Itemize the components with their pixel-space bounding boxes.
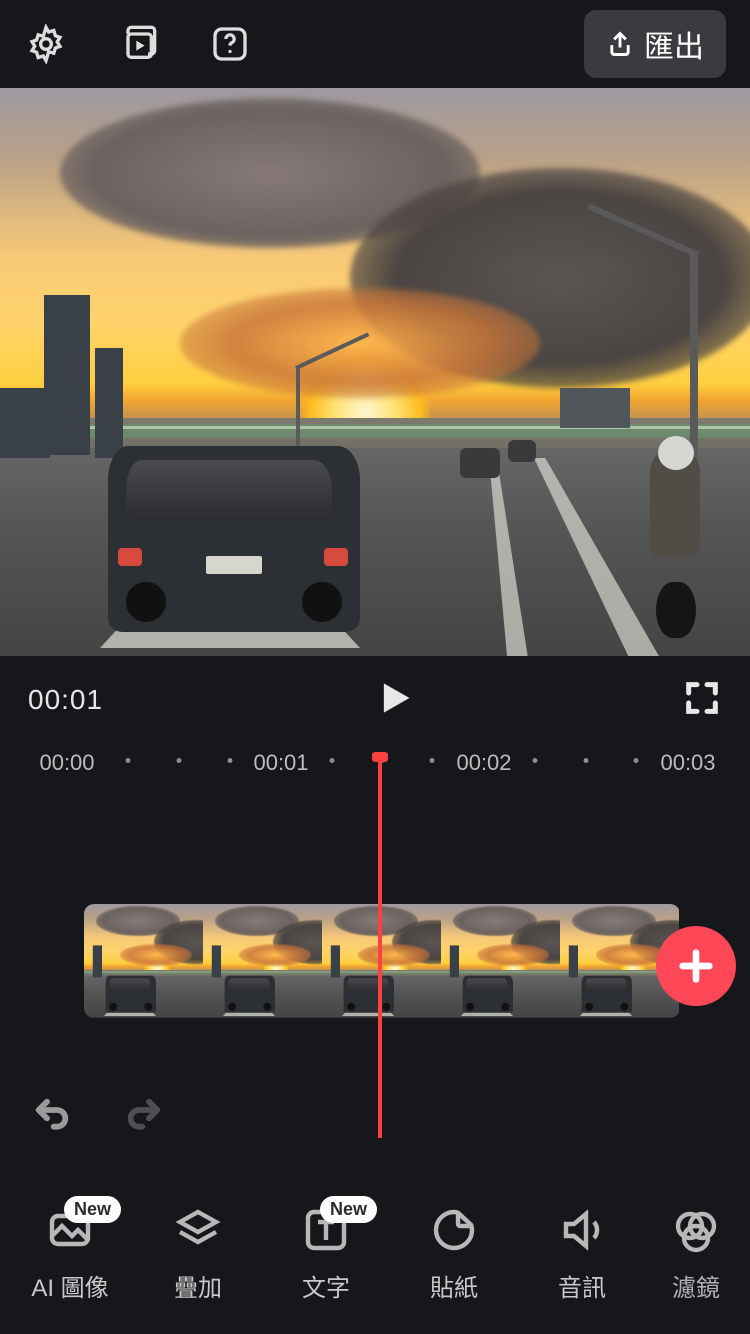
current-time: 00:01 bbox=[28, 684, 103, 716]
audio-icon bbox=[558, 1206, 606, 1254]
redo-button[interactable] bbox=[120, 1095, 168, 1140]
ruler-dot bbox=[634, 758, 639, 763]
ruler-dot bbox=[126, 758, 131, 763]
add-clip-button[interactable] bbox=[656, 926, 736, 1006]
ruler-dot bbox=[228, 758, 233, 763]
tool-label: 貼紙 bbox=[430, 1268, 478, 1303]
playback-controls: 00:01 bbox=[0, 656, 750, 744]
timeline[interactable] bbox=[0, 786, 750, 1146]
clip-track[interactable] bbox=[84, 904, 680, 1018]
plus-icon bbox=[676, 946, 716, 986]
projects-button[interactable] bbox=[116, 22, 160, 66]
ruler-dot bbox=[177, 758, 182, 763]
tool-text[interactable]: New 文字 bbox=[262, 1206, 390, 1303]
tool-sticker[interactable]: 貼紙 bbox=[390, 1206, 518, 1303]
clip-thumbnail[interactable] bbox=[203, 904, 322, 1018]
share-icon bbox=[606, 30, 634, 58]
timeline-ruler[interactable]: 00:00 00:01 00:02 00:03 bbox=[0, 744, 750, 786]
tool-ai-image[interactable]: New AI 圖像 bbox=[6, 1206, 134, 1303]
fullscreen-button[interactable] bbox=[682, 678, 722, 723]
clip-thumbnail[interactable] bbox=[84, 904, 203, 1018]
tool-label: 濾鏡 bbox=[672, 1268, 720, 1303]
help-button[interactable] bbox=[208, 22, 252, 66]
settings-button[interactable] bbox=[24, 22, 68, 66]
ruler-dot bbox=[533, 758, 538, 763]
tool-overlay[interactable]: 疊加 bbox=[134, 1206, 262, 1303]
tool-label: 文字 bbox=[302, 1268, 350, 1303]
top-bar-left bbox=[24, 22, 252, 66]
ruler-dot bbox=[584, 758, 589, 763]
video-preview[interactable] bbox=[0, 88, 750, 656]
tool-label: 音訊 bbox=[558, 1268, 606, 1303]
history-controls bbox=[28, 1095, 168, 1140]
fullscreen-icon bbox=[682, 678, 722, 718]
sticker-icon bbox=[430, 1206, 478, 1254]
play-button[interactable] bbox=[371, 676, 415, 725]
top-bar: 匯出 bbox=[0, 0, 750, 88]
undo-icon bbox=[28, 1095, 76, 1135]
gear-icon bbox=[26, 24, 66, 64]
ruler-tick: 00:00 bbox=[39, 750, 94, 776]
new-badge: New bbox=[320, 1196, 377, 1223]
new-badge: New bbox=[64, 1196, 121, 1223]
ruler-tick: 00:02 bbox=[456, 750, 511, 776]
bottom-toolbar: New AI 圖像 疊加 New 文字 貼紙 音訊 濾鏡 bbox=[0, 1174, 750, 1334]
tool-label: AI 圖像 bbox=[31, 1268, 108, 1303]
preview-frame bbox=[0, 88, 750, 656]
overlay-icon bbox=[174, 1206, 222, 1254]
help-icon bbox=[210, 24, 250, 64]
export-button[interactable]: 匯出 bbox=[584, 10, 726, 78]
tool-label: 疊加 bbox=[174, 1268, 222, 1303]
ruler-tick: 00:01 bbox=[253, 750, 308, 776]
playhead[interactable] bbox=[378, 756, 382, 1138]
play-icon bbox=[371, 676, 415, 720]
clip-thumbnail[interactable] bbox=[441, 904, 560, 1018]
ruler-dot bbox=[330, 758, 335, 763]
export-label: 匯出 bbox=[644, 22, 704, 66]
ruler-tick: 00:03 bbox=[660, 750, 715, 776]
filter-icon bbox=[672, 1206, 720, 1254]
ruler-dot bbox=[430, 758, 435, 763]
tool-filter[interactable]: 濾鏡 bbox=[646, 1206, 746, 1303]
redo-icon bbox=[120, 1095, 168, 1135]
layers-play-icon bbox=[118, 24, 158, 64]
tool-audio[interactable]: 音訊 bbox=[518, 1206, 646, 1303]
undo-button[interactable] bbox=[28, 1095, 76, 1140]
